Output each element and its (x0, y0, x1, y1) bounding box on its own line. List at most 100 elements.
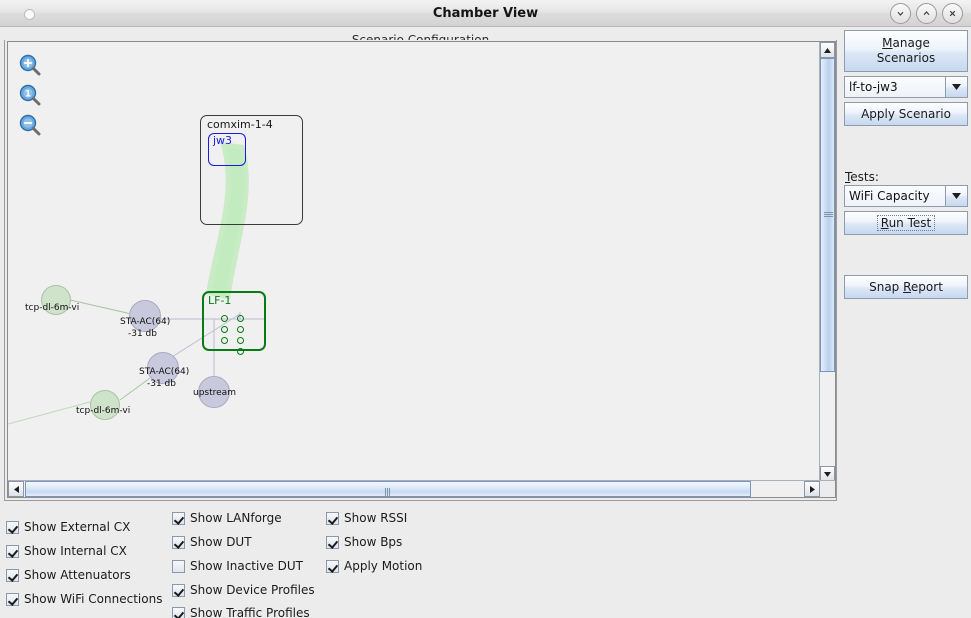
checkbox-show-lanforge[interactable]: Show LANforge (172, 511, 282, 525)
apply-scenario-button[interactable]: Apply Scenario (844, 102, 968, 126)
scroll-thumb-grip-icon (385, 486, 392, 497)
scroll-right-arrow[interactable] (804, 481, 820, 497)
lf-port-icon[interactable] (221, 326, 228, 333)
run-test-button[interactable]: Run Test (844, 211, 968, 235)
checkbox-label: Show Bps (344, 535, 403, 549)
diagram-scroll-area: comxim-1-4 jw3 LF-1 tcp-dl-6m-vi STA-AC(… (7, 41, 836, 498)
diagram-node-rssi: -31 db (128, 329, 157, 339)
chevron-up-icon (923, 11, 930, 16)
checkbox-label: Show LANforge (190, 511, 282, 525)
checkbox-box[interactable] (326, 559, 339, 573)
checkbox-show-internal-cx[interactable]: Show Internal CX (6, 544, 127, 558)
checkbox-show-traffic-profiles[interactable]: Show Traffic Profiles (172, 606, 310, 618)
scroll-thumb-grip-icon (824, 212, 833, 218)
diagram-node-label: tcp-dl-6m-vi (76, 406, 131, 416)
checkbox-box[interactable] (172, 535, 185, 549)
title-bar: Chamber View (0, 0, 971, 27)
horizontal-scroll-track[interactable] (24, 481, 804, 497)
checkbox-show-dut[interactable]: Show DUT (172, 535, 252, 549)
manage-scenarios-label-line2: Scenarios (876, 51, 936, 65)
diagram-node-station[interactable] (129, 300, 161, 332)
checkbox-show-external-cx[interactable]: Show External CX (6, 520, 130, 534)
checkbox-label: Show Device Profiles (190, 583, 315, 597)
snap-report-button[interactable]: Snap Report (844, 275, 968, 299)
checkbox-show-attenuators[interactable]: Show Attenuators (6, 568, 131, 582)
diagram-node-label: STA-AC(64) (120, 317, 171, 327)
lf-port-icon[interactable] (237, 315, 244, 322)
checkbox-label: Show RSSI (344, 511, 408, 525)
checkbox-apply-motion[interactable]: Apply Motion (326, 559, 422, 573)
lf-port-icon[interactable] (221, 315, 228, 322)
lf-port-icon[interactable] (237, 337, 244, 344)
minimize-button[interactable] (890, 3, 911, 24)
checkbox-box[interactable] (6, 544, 19, 558)
zoom-out-icon[interactable] (19, 114, 41, 136)
tests-select-value: WiFi Capacity (845, 186, 946, 206)
diagram-node-label: STA-AC(64) (139, 367, 190, 377)
checkbox-label: Show WiFi Connections (24, 592, 163, 606)
zoom-in-icon[interactable] (19, 54, 41, 76)
lf-port-icon[interactable] (237, 326, 244, 333)
window-title: Chamber View (432, 6, 539, 21)
checkbox-label: Show Attenuators (24, 568, 131, 582)
checkbox-box[interactable] (6, 568, 19, 582)
chamber-view-window: Chamber View Scenario Configuration (0, 0, 971, 618)
checkbox-show-inactive-dut[interactable]: Show Inactive DUT (172, 559, 303, 573)
manage-scenarios-label-line1: Manage (882, 36, 930, 50)
checkbox-show-wifi-connections[interactable]: Show WiFi Connections (6, 592, 162, 606)
bottom-toolbar: Show External CX Show Internal CX Show A… (0, 503, 840, 618)
dut-box-title: comxim-1-4 (207, 118, 273, 131)
lanforge-box-lf-1[interactable]: LF-1 (202, 291, 266, 355)
checkbox-show-bps[interactable]: Show Bps (326, 535, 402, 549)
snap-report-label: Snap Report (869, 280, 943, 294)
checkbox-box[interactable] (6, 592, 19, 606)
tests-select[interactable]: WiFi Capacity (844, 185, 968, 207)
canvas-horizontal-scrollbar[interactable] (8, 480, 835, 497)
checkbox-label: Show External CX (24, 520, 131, 534)
diagram-node-label: upstream (193, 388, 236, 398)
checkbox-box[interactable] (172, 583, 185, 597)
checkbox-show-device-profiles[interactable]: Show Device Profiles (172, 583, 315, 597)
scenario-select[interactable]: lf-to-jw3 (844, 76, 968, 98)
checkbox-box[interactable] (172, 511, 185, 525)
chamber-diagram-canvas[interactable]: comxim-1-4 jw3 LF-1 tcp-dl-6m-vi STA-AC(… (8, 42, 820, 482)
scroll-up-arrow[interactable] (820, 42, 835, 58)
panel-body: comxim-1-4 jw3 LF-1 tcp-dl-6m-vi STA-AC(… (4, 40, 837, 501)
window-controls (890, 3, 963, 24)
lf-port-icon[interactable] (221, 337, 228, 344)
close-button[interactable] (942, 3, 963, 24)
vertical-scroll-track[interactable] (820, 58, 835, 466)
checkbox-box[interactable] (172, 606, 185, 618)
chevron-down-icon[interactable] (946, 186, 967, 206)
chevron-down-icon (897, 11, 904, 16)
checkbox-box[interactable] (326, 511, 339, 525)
diagram-node-rssi: -31 db (147, 379, 176, 389)
chevron-down-icon[interactable] (946, 77, 967, 97)
connection-edges (8, 299, 266, 425)
scroll-left-arrow[interactable] (8, 481, 24, 497)
checkbox-box[interactable] (172, 559, 185, 573)
zoom-actual-icon[interactable]: 1 (19, 84, 41, 106)
checkbox-box[interactable] (326, 535, 339, 549)
right-control-panel: Manage Scenarios lf-to-jw3 Apply Scenari… (840, 27, 971, 618)
horizontal-scroll-thumb[interactable] (25, 481, 751, 497)
checkbox-label: Apply Motion (344, 559, 423, 573)
dut-box-comxim[interactable]: comxim-1-4 jw3 (200, 115, 303, 225)
scrollbar-corner (821, 481, 835, 497)
checkbox-box[interactable] (6, 520, 19, 534)
vertical-scroll-thumb[interactable] (820, 58, 835, 372)
manage-scenarios-button[interactable]: Manage Scenarios (844, 30, 968, 72)
checkbox-show-rssi[interactable]: Show RSSI (326, 511, 407, 525)
checkbox-label: Show DUT (190, 535, 252, 549)
checkbox-label: Show Traffic Profiles (190, 606, 310, 618)
lanforge-box-title: LF-1 (208, 294, 232, 307)
dut-radio-jw3[interactable]: jw3 (208, 133, 246, 166)
run-test-label: Run Test (876, 215, 936, 231)
canvas-vertical-scrollbar[interactable] (819, 42, 835, 482)
maximize-button[interactable] (916, 3, 937, 24)
tests-label: Tests: (845, 170, 879, 184)
checkbox-label: Show Inactive DUT (190, 559, 303, 573)
diagram-node-label: tcp-dl-6m-vi (25, 303, 80, 313)
close-x-icon (949, 10, 956, 17)
lf-port-icon[interactable] (237, 348, 244, 355)
